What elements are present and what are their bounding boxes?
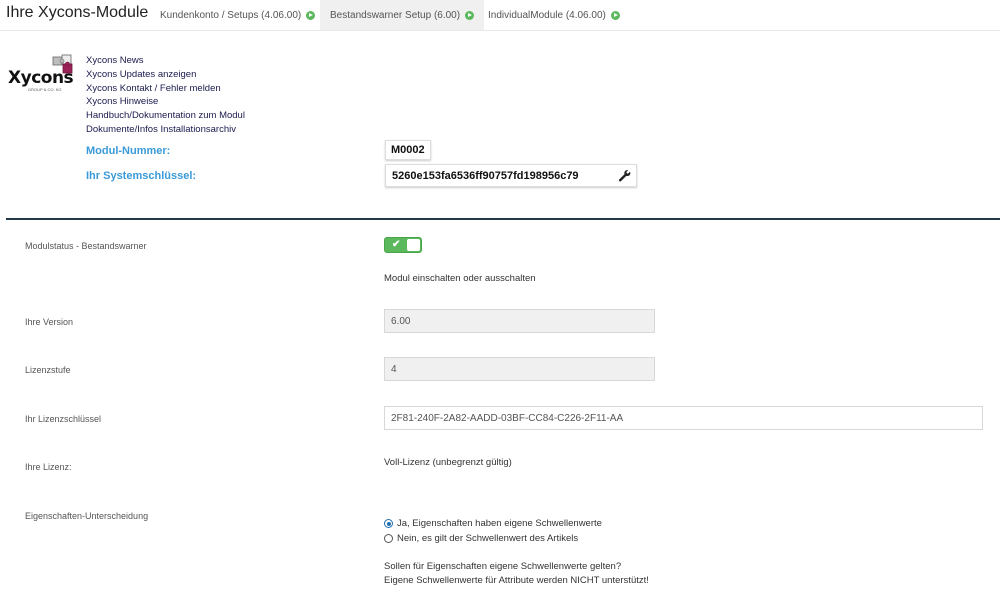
version-value: 6.00 xyxy=(391,315,411,327)
license-value: Voll-Lizenz (unbegrenzt gültig) xyxy=(384,457,512,468)
module-status-label: Modulstatus - Bestandswarner xyxy=(25,241,147,251)
license-key-field[interactable]: 2F81-240F-2A82-AADD-03BF-CC84-C226-2F11-… xyxy=(384,406,983,430)
play-circle-icon xyxy=(465,10,475,20)
play-circle-icon xyxy=(610,10,620,20)
link-news[interactable]: Xycons News xyxy=(86,54,245,68)
top-bar: Ihre Xycons-Module Kundenkonto / Setups … xyxy=(0,0,1000,31)
logo-text: Xycons xyxy=(8,68,74,88)
tab-bestandswarner[interactable]: Bestandswarner Setup (6.00) xyxy=(320,0,485,30)
tab-label: Bestandswarner Setup (6.00) xyxy=(330,9,461,21)
tab-kundenkonto[interactable]: Kundenkonto / Setups (4.06.00) xyxy=(150,0,325,30)
license-level-label: Lizenzstufe xyxy=(25,365,71,375)
properties-label: Eigenschaften-Unterscheidung xyxy=(25,511,149,521)
link-handbuch[interactable]: Handbuch/Dokumentation zum Modul xyxy=(86,109,245,123)
module-number-value: M0002 xyxy=(385,140,431,160)
system-key-field: 5260e153fa6536ff90757fd198956c79 xyxy=(385,164,637,187)
toggle-knob xyxy=(407,239,420,251)
properties-hint-question: Sollen für Eigenschaften eigene Schwelle… xyxy=(384,561,622,572)
module-status-toggle[interactable]: ✔ xyxy=(384,237,422,253)
tab-label: Kundenkonto / Setups (4.06.00) xyxy=(160,9,302,21)
properties-hint-warning: Eigene Schwellenwerte für Attribute werd… xyxy=(384,575,649,586)
module-number-label: Modul-Nummer: xyxy=(86,145,171,157)
logo-subtext: GROUP & CO. KG xyxy=(28,87,62,92)
radio-yes[interactable] xyxy=(384,519,393,528)
link-dokumente[interactable]: Dokumente/Infos Installationsarchiv xyxy=(86,123,245,137)
module-status-hint: Modul einschalten oder ausschalten xyxy=(384,273,536,284)
app-title: Ihre Xycons-Module xyxy=(6,4,149,21)
license-level-value: 4 xyxy=(391,363,397,375)
version-label: Ihre Version xyxy=(25,317,74,327)
link-kontakt[interactable]: Xycons Kontakt / Fehler melden xyxy=(86,82,245,96)
tab-individualmodule[interactable]: IndividualModule (4.06.00) xyxy=(478,0,630,30)
radio-yes-label: Ja, Eigenschaften haben eigene Schwellen… xyxy=(397,518,602,529)
properties-option-yes[interactable]: Ja, Eigenschaften haben eigene Schwellen… xyxy=(384,518,602,529)
license-key-label: Ihr Lizenzschlüssel xyxy=(25,414,102,424)
check-icon: ✔ xyxy=(392,239,401,250)
radio-no-label: Nein, es gilt der Schwellenwert des Arti… xyxy=(397,533,579,544)
license-level-field[interactable]: 4 xyxy=(384,357,655,381)
radio-no[interactable] xyxy=(384,534,393,543)
play-circle-icon xyxy=(306,10,316,20)
link-hinweise[interactable]: Xycons Hinweise xyxy=(86,95,245,109)
section-divider xyxy=(6,218,1000,220)
system-key-label: Ihr Systemschlüssel: xyxy=(86,170,197,182)
wrench-icon[interactable] xyxy=(618,169,631,182)
license-label: Ihre Lizenz: xyxy=(25,462,72,472)
link-updates[interactable]: Xycons Updates anzeigen xyxy=(86,68,245,82)
version-field[interactable]: 6.00 xyxy=(384,309,655,333)
system-key-value: 5260e153fa6536ff90757fd198956c79 xyxy=(392,169,579,182)
license-key-value: 2F81-240F-2A82-AADD-03BF-CC84-C226-2F11-… xyxy=(391,412,624,424)
properties-option-no[interactable]: Nein, es gilt der Schwellenwert des Arti… xyxy=(384,533,578,544)
xycons-links: Xycons News Xycons Updates anzeigen Xyco… xyxy=(86,54,245,137)
tab-label: IndividualModule (4.06.00) xyxy=(488,9,606,21)
xycons-logo: Xycons GROUP & CO. KG xyxy=(6,54,78,96)
